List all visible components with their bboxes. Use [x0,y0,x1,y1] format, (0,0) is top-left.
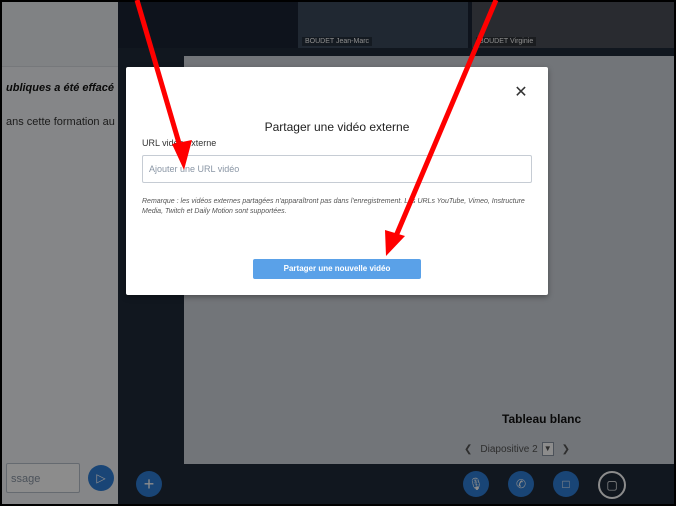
share-video-button[interactable]: Partager une nouvelle vidéo [253,259,421,279]
modal-note: Remarque : les vidéos externes partagées… [142,198,525,215]
url-input[interactable]: Ajouter une URL vidéo [142,155,532,183]
share-video-modal: ✕ Partager une vidéo externe URL vidéo e… [126,67,548,295]
conference-window: ubliques a été effacé ans cette formatio… [2,2,674,504]
modal-title: Partager une vidéo externe [264,120,410,134]
close-icon[interactable]: ✕ [512,84,530,102]
url-label: URL vidéo externe [142,138,217,148]
